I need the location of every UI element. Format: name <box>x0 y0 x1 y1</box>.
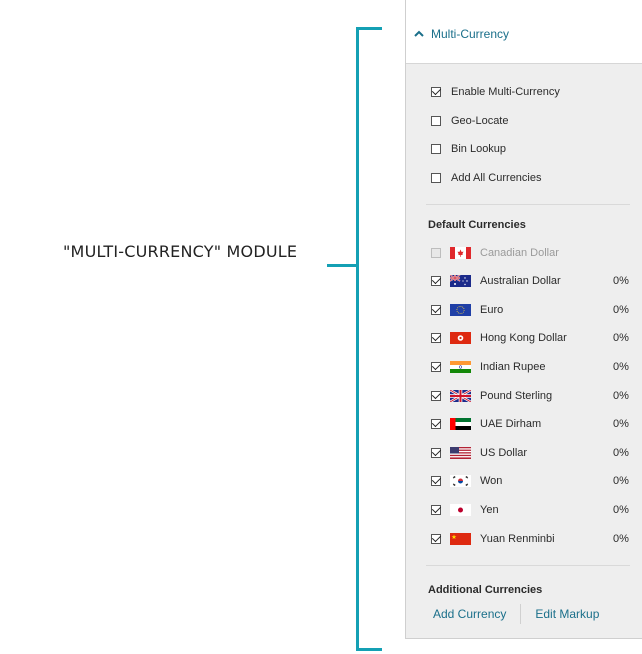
currency-label: Hong Kong Dollar <box>480 332 567 345</box>
won-checkbox[interactable] <box>431 476 441 487</box>
option-label: Bin Lookup <box>451 143 507 156</box>
option-geo-locate[interactable]: Geo-Locate <box>406 107 642 136</box>
uae-dirham-checkbox[interactable] <box>431 419 441 430</box>
enable-multi-currency-checkbox[interactable] <box>431 87 441 98</box>
geo-locate-checkbox[interactable] <box>431 115 441 126</box>
currency-markup-pct: 0% <box>613 389 629 402</box>
module-callout-label: "MULTI-CURRENCY" MODULE <box>63 242 298 261</box>
currency-label: Yen <box>480 504 499 517</box>
divider <box>426 564 630 566</box>
uae-flag-icon <box>450 418 471 431</box>
currency-label: Australian Dollar <box>480 275 561 288</box>
currency-markup-pct: 0% <box>613 332 629 345</box>
korea-flag-icon <box>450 475 471 488</box>
hong-kong-dollar-checkbox[interactable] <box>431 333 441 344</box>
us-flag-icon <box>450 446 471 459</box>
currency-row-euro[interactable]: Euro 0% <box>406 296 642 325</box>
currency-row-us-dollar[interactable]: US Dollar 0% <box>406 439 642 468</box>
japan-flag-icon <box>450 504 471 517</box>
currency-label: Yuan Renminbi <box>480 532 555 545</box>
chevron-up-icon[interactable] <box>412 27 426 41</box>
currency-markup-pct: 0% <box>613 532 629 545</box>
bracket-stem <box>327 264 359 267</box>
panel-title[interactable]: Multi-Currency <box>431 27 509 41</box>
currency-label: UAE Dirham <box>480 418 542 431</box>
panel-body: Enable Multi-Currency Geo-Locate Bin Loo… <box>406 64 642 638</box>
currency-row-yuan-renminbi[interactable]: Yuan Renminbi 0% <box>406 524 642 553</box>
eu-flag-icon <box>450 303 471 316</box>
china-flag-icon <box>450 532 471 545</box>
currency-row-hong-kong-dollar[interactable]: Hong Kong Dollar 0% <box>406 324 642 353</box>
canada-flag-icon <box>450 246 471 259</box>
currency-markup-pct: 0% <box>613 275 629 288</box>
options-list: Enable Multi-Currency Geo-Locate Bin Loo… <box>406 78 642 192</box>
pound-sterling-checkbox[interactable] <box>431 390 441 401</box>
currency-row-canadian-dollar[interactable]: Canadian Dollar <box>406 238 642 267</box>
option-label: Geo-Locate <box>451 114 509 127</box>
currency-row-pound-sterling[interactable]: Pound Sterling 0% <box>406 381 642 410</box>
australian-dollar-checkbox[interactable] <box>431 276 441 287</box>
yen-checkbox[interactable] <box>431 505 441 516</box>
currency-markup-pct: 0% <box>613 418 629 431</box>
option-label: Add All Currencies <box>451 172 542 185</box>
yuan-renminbi-checkbox[interactable] <box>431 533 441 544</box>
option-enable-multi-currency[interactable]: Enable Multi-Currency <box>406 78 642 107</box>
currency-row-yen[interactable]: Yen 0% <box>406 496 642 525</box>
panel-header[interactable]: Multi-Currency <box>406 0 642 64</box>
currency-markup-pct: 0% <box>613 446 629 459</box>
currency-markup-pct: 0% <box>613 361 629 374</box>
bracket-top <box>356 27 382 30</box>
divider <box>426 204 630 206</box>
currency-row-indian-rupee[interactable]: Indian Rupee 0% <box>406 353 642 382</box>
add-all-currencies-checkbox[interactable] <box>431 173 441 184</box>
canadian-dollar-checkbox <box>431 247 441 258</box>
currency-row-uae-dirham[interactable]: UAE Dirham 0% <box>406 410 642 439</box>
option-label: Enable Multi-Currency <box>451 86 560 99</box>
euro-checkbox[interactable] <box>431 304 441 315</box>
currency-label: Indian Rupee <box>480 361 546 374</box>
option-add-all-currencies[interactable]: Add All Currencies <box>406 164 642 193</box>
currency-label: Canadian Dollar <box>480 246 559 259</box>
additional-currencies-heading: Additional Currencies <box>428 583 543 596</box>
currency-list: Canadian Dollar Australian Dollar 0% Eur… <box>406 238 642 553</box>
india-flag-icon <box>450 361 471 374</box>
us-dollar-checkbox[interactable] <box>431 447 441 458</box>
additional-currencies-actions: Add Currency Edit Markup <box>406 603 642 624</box>
currency-markup-pct: 0% <box>613 475 629 488</box>
indian-rupee-checkbox[interactable] <box>431 362 441 373</box>
add-currency-link[interactable]: Add Currency <box>433 607 506 621</box>
bracket-bottom <box>356 648 382 651</box>
currency-markup-pct: 0% <box>613 303 629 316</box>
currency-label: US Dollar <box>480 446 528 459</box>
default-currencies-heading: Default Currencies <box>428 219 526 232</box>
bin-lookup-checkbox[interactable] <box>431 144 441 155</box>
currency-label: Pound Sterling <box>480 389 553 402</box>
bracket-vertical <box>356 27 359 651</box>
australia-flag-icon <box>450 275 471 288</box>
edit-markup-link[interactable]: Edit Markup <box>535 607 599 621</box>
multi-currency-panel: Multi-Currency Enable Multi-Currency Geo… <box>405 0 642 639</box>
currency-row-australian-dollar[interactable]: Australian Dollar 0% <box>406 267 642 296</box>
currency-label: Euro <box>480 303 504 316</box>
link-separator <box>520 603 522 624</box>
option-bin-lookup[interactable]: Bin Lookup <box>406 135 642 164</box>
currency-markup-pct: 0% <box>613 504 629 517</box>
currency-label: Won <box>480 475 503 488</box>
currency-row-won[interactable]: Won 0% <box>406 467 642 496</box>
hong-kong-flag-icon <box>450 332 471 345</box>
uk-flag-icon <box>450 389 471 402</box>
